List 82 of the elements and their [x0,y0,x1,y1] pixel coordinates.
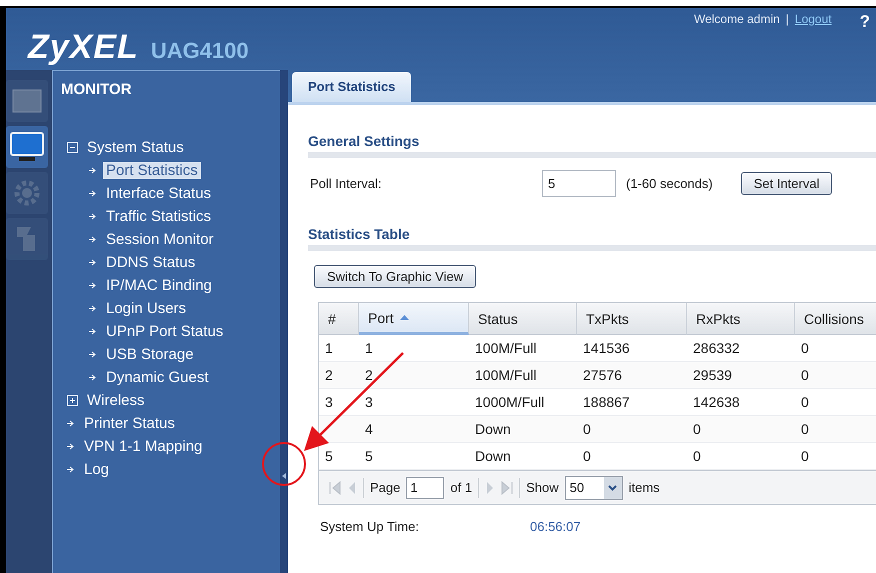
page-size-dropdown[interactable]: 50 [564,476,623,500]
bullet-arrow-icon [89,236,97,243]
annotation-circle [262,442,306,486]
previous-page-icon[interactable] [347,480,357,494]
first-page-icon[interactable] [329,480,341,494]
page-tab[interactable]: Port Statistics [292,72,412,102]
nav-item[interactable]: Port Statistics [103,162,201,179]
section-title: General Settings [308,133,876,158]
field-label: Poll Interval: [310,176,383,190]
set-interval-button[interactable]: Set Interval [740,172,832,194]
bullet-arrow-icon [89,259,97,266]
collapse-handle-icon[interactable] [282,473,286,479]
uptime-value: 06:56:07 [530,519,581,534]
table-cell: 2 [319,362,359,389]
table-cell: 0 [795,416,876,443]
welcome-text: Welcome admin [694,12,780,26]
column-header[interactable]: Port [359,303,469,335]
section-title: Statistics Table [308,226,876,251]
next-page-icon[interactable] [485,480,496,494]
nav-item[interactable]: Dynamic Guest [103,369,212,386]
sidebar-title: MONITOR [61,81,133,98]
table-cell: 2 [359,362,469,389]
uptime-label: System Up Time: [320,519,420,534]
separator-text: | [786,12,789,26]
nav-item[interactable]: Session Monitor [103,231,217,248]
nav-item[interactable]: VPN 1-1 Mapping [81,438,206,455]
table-cell: Down [469,416,577,443]
bullet-arrow-icon [67,466,75,473]
bullet-arrow-icon [67,443,75,450]
nav-item[interactable]: Printer Status [81,415,178,432]
page-label: Page [370,480,400,495]
table-cell: 0 [687,416,795,443]
gear-icon [12,178,42,208]
show-label: Show [526,480,559,495]
bullet-arrow-icon [89,213,97,220]
table-cell: 0 [577,416,687,443]
mode-tab[interactable] [6,126,48,168]
bullet-arrow-icon [89,328,97,335]
nav-item[interactable]: Log [81,461,112,478]
monitor-icon [10,131,44,163]
column-header[interactable]: TxPkts [577,303,687,335]
sort-ascending-icon [400,315,409,320]
logout-link[interactable]: Logout [794,12,832,26]
page-number-field[interactable]: 1 [406,476,444,498]
table-cell: 100M/Full [469,362,577,389]
table-cell: 29539 [687,362,795,389]
column-header[interactable]: Status [469,303,577,335]
nav-item[interactable]: IP/MAC Binding [103,277,215,294]
brand-logo: ZyXEL [28,28,139,67]
column-header[interactable]: Collisions [795,303,876,335]
table-cell: 4 [359,416,469,443]
nav-item[interactable]: USB Storage [103,346,197,363]
bullet-arrow-icon [89,351,97,358]
graphic-view-button[interactable]: Switch To Graphic View [314,265,476,288]
model-name: UAG4100 [150,38,249,64]
column-header[interactable]: RxPkts [687,303,795,335]
bullet-arrow-icon [89,305,97,312]
nav-item[interactable]: Interface Status [103,185,214,202]
nav-item[interactable]: Login Users [103,300,190,317]
bullet-arrow-icon [89,190,97,197]
expand-icon[interactable] [67,395,78,406]
bullet-arrow-icon [67,420,75,427]
range-hint: (1-60 seconds) [626,176,713,190]
collapse-icon[interactable] [67,142,78,153]
table-cell: 0 [795,362,876,389]
nav-item[interactable]: Traffic Statistics [103,208,214,225]
page-count: of 1 [450,480,472,495]
screen-icon [12,89,42,113]
bullet-arrow-icon [89,167,97,174]
help-icon[interactable]: ? [860,12,870,32]
bullet-arrow-icon [89,282,97,289]
column-header[interactable]: # [319,303,359,335]
nav-item[interactable]: Wireless [84,392,148,409]
poll-interval-field[interactable]: 5 [542,170,616,196]
bullet-arrow-icon [89,374,97,381]
last-page-icon[interactable] [501,480,514,494]
chevron-down-icon [608,484,618,490]
items-label: items [628,480,660,495]
nav-item[interactable]: DDNS Status [103,254,198,271]
nav-item[interactable]: System Status [84,139,187,156]
table-cell: 27576 [577,362,687,389]
nav-item[interactable]: UPnP Port Status [103,323,226,340]
